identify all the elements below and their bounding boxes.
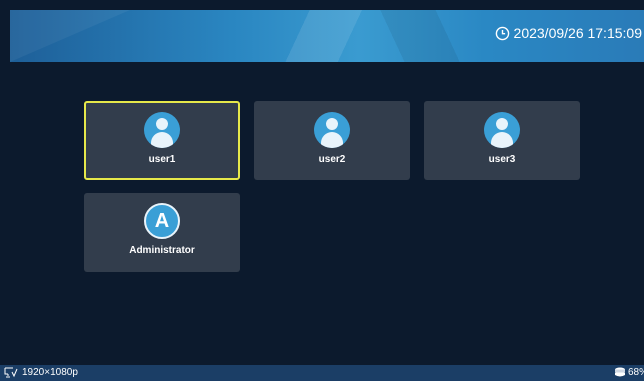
user-avatar-icon xyxy=(314,112,350,148)
user-avatar-icon xyxy=(144,112,180,148)
top-banner: 2023/09/26 17:15:09 xyxy=(10,10,644,62)
user-name-label: user1 xyxy=(148,154,176,165)
user-tile-user1[interactable]: user1 xyxy=(84,101,240,180)
status-bar: 1920×1080p 68% xyxy=(0,365,644,381)
storage-indicator: 68% xyxy=(614,367,644,378)
storage-icon xyxy=(614,367,625,377)
user-name-label: Administrator xyxy=(129,245,195,256)
storage-text: 68% xyxy=(627,367,644,378)
user-avatar-icon xyxy=(484,112,520,148)
datetime-text: 2023/09/26 17:15:09 xyxy=(513,25,642,41)
clock-icon xyxy=(495,26,509,40)
user-tile-user3[interactable]: user3 xyxy=(424,101,580,180)
display-icon xyxy=(4,367,18,378)
user-tile-user2[interactable]: user2 xyxy=(254,101,410,180)
datetime-display: 2023/09/26 17:15:09 xyxy=(495,25,642,41)
banner-decoration xyxy=(340,10,500,62)
user-name-label: user2 xyxy=(318,154,346,165)
user-tile-administrator[interactable]: A Administrator xyxy=(84,193,240,272)
resolution-text: 1920×1080p xyxy=(22,367,78,378)
admin-avatar-icon: A xyxy=(144,203,180,239)
user-name-label: user3 xyxy=(488,154,516,165)
resolution-indicator: 1920×1080p xyxy=(4,367,78,378)
banner-decoration xyxy=(10,10,130,62)
login-screen: 2023/09/26 17:15:09 user1 user2 user3 A … xyxy=(0,0,644,381)
